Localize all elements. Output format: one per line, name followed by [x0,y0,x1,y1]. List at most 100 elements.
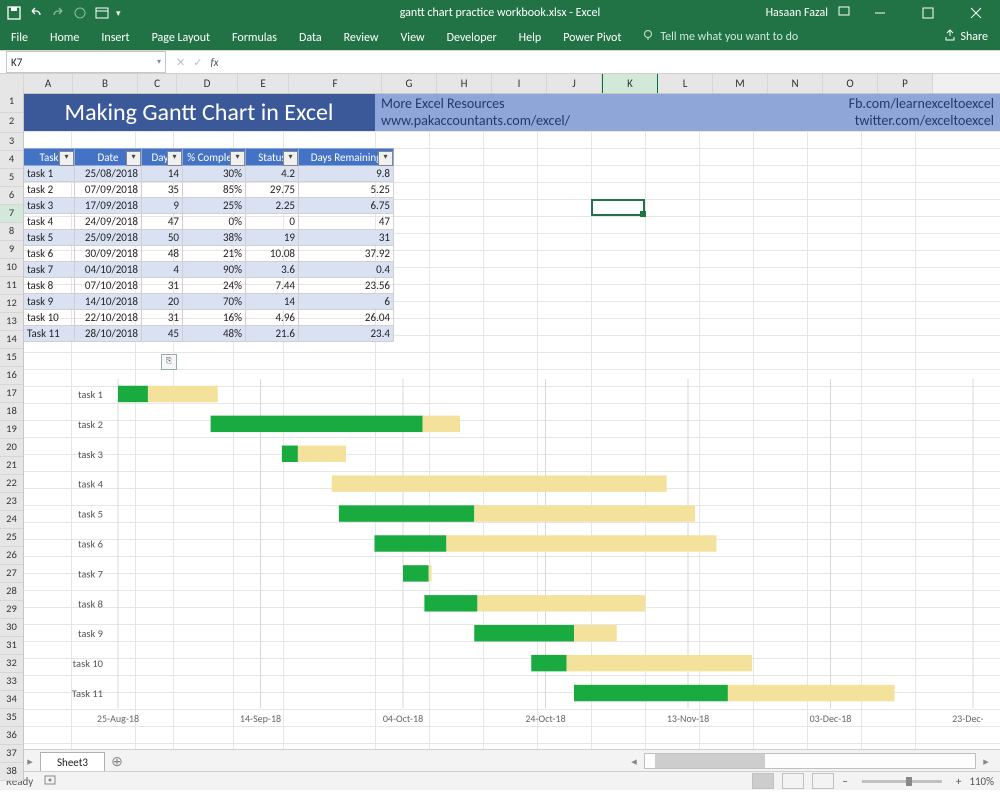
sheet-tab-active[interactable]: Sheet3 [40,752,105,772]
table-cell[interactable]: 47 [142,214,183,230]
hscroll-right-icon[interactable]: ▸ [976,755,996,768]
row-header[interactable]: 4 [0,151,23,169]
tab-formulas[interactable]: Formulas [221,27,288,50]
table-header[interactable]: Days Remaining▾ [299,149,394,166]
table-cell[interactable]: 31 [142,310,183,326]
tab-page-layout[interactable]: Page Layout [141,27,221,50]
tab-power-pivot[interactable]: Power Pivot [552,27,632,50]
column-header[interactable]: I [492,74,547,93]
row-header[interactable]: 21 [0,457,23,475]
table-cell[interactable]: 19 [246,230,299,246]
tab-review[interactable]: Review [333,27,390,50]
maximize-button[interactable] [908,0,948,26]
bar-remaining[interactable] [332,475,667,491]
row-header[interactable]: 20 [0,439,23,457]
bar-remaining[interactable] [423,416,460,432]
table-cell[interactable]: 6 [299,294,394,310]
redo-icon[interactable] [50,5,66,21]
table-cell[interactable]: 28/10/2018 [75,326,142,342]
table-row[interactable]: task 914/10/20182070%146 [24,294,394,310]
table-row[interactable]: task 704/10/2018490%3.60.4 [24,262,394,278]
row-header[interactable]: 15 [0,349,23,367]
table-row[interactable]: task 1022/10/20183116%4.9626.04 [24,310,394,326]
bar-complete[interactable] [118,386,148,402]
row-header[interactable]: 22 [0,475,23,493]
table-cell[interactable]: 48% [183,326,246,342]
bar-complete[interactable] [282,446,298,462]
table-cell[interactable]: 45 [142,326,183,342]
row-header[interactable]: 31 [0,637,23,655]
table-row[interactable]: task 525/09/20185038%1931 [24,230,394,246]
row-header[interactable]: 13 [0,313,23,331]
column-header[interactable]: L [658,74,713,93]
table-cell[interactable]: 38% [183,230,246,246]
cells-area[interactable]: Making Gantt Chart in ExcelMore Excel Re… [23,93,1000,790]
row-header[interactable]: 14 [0,331,23,349]
table-cell[interactable]: 3.6 [246,262,299,278]
table-cell[interactable]: 4.96 [246,310,299,326]
share-button[interactable]: Share [932,25,1000,50]
table-cell[interactable]: 25/08/2018 [75,166,142,182]
zoom-thumb[interactable] [906,777,912,786]
table-cell[interactable]: task 9 [24,294,75,310]
row-header[interactable]: 2 [0,113,23,133]
column-header[interactable]: B [73,74,138,93]
hscroll-left-icon[interactable]: ◂ [624,755,644,768]
active-cell-selection[interactable] [591,199,645,216]
row-header[interactable]: 28 [0,583,23,601]
bar-complete[interactable] [339,505,474,521]
table-cell[interactable]: 5.25 [299,182,394,198]
table-cell[interactable]: 6.75 [299,198,394,214]
hscroll-track[interactable] [644,753,976,769]
table-cell[interactable]: 85% [183,182,246,198]
row-header[interactable]: 29 [0,601,23,619]
table-cell[interactable]: 14 [246,294,299,310]
table-cell[interactable]: 35 [142,182,183,198]
bar-remaining[interactable] [567,655,753,671]
row-header[interactable]: 16 [0,367,23,385]
column-header[interactable]: E [238,74,289,93]
table-row[interactable]: task 807/10/20183124%7.4423.56 [24,278,394,294]
bar-complete[interactable] [474,625,574,641]
table-cell[interactable]: 29.75 [246,182,299,198]
zoom-slider[interactable] [862,780,942,783]
tab-home[interactable]: Home [39,27,90,50]
table-cell[interactable]: 16% [183,310,246,326]
row-header[interactable]: 33 [0,673,23,691]
column-header[interactable]: D [177,74,238,93]
column-header[interactable]: P [878,74,933,93]
table-cell[interactable]: 4 [142,262,183,278]
table-cell[interactable]: 25% [183,198,246,214]
row-header[interactable]: 10 [0,259,23,277]
qat-dropdown-icon[interactable]: ▾ [116,8,121,19]
row-header[interactable]: 6 [0,187,23,205]
view-page-layout-button[interactable] [782,773,804,789]
tab-data[interactable]: Data [288,27,333,50]
table-cell[interactable]: task 5 [24,230,75,246]
column-header[interactable]: F [289,74,382,93]
table-row[interactable]: task 317/09/2018925%2.256.75 [24,198,394,214]
table-cell[interactable]: task 1 [24,166,75,182]
table-header[interactable]: Days▾ [142,149,183,166]
bar-remaining[interactable] [574,625,617,641]
tab-insert[interactable]: Insert [90,27,140,50]
row-header[interactable]: 17 [0,385,23,403]
table-row[interactable]: Task 1128/10/20184548%21.623.4 [24,326,394,342]
column-header[interactable]: O [823,74,878,93]
row-header[interactable]: 26 [0,547,23,565]
filter-dropdown-icon[interactable]: ▾ [230,151,245,166]
table-row[interactable]: task 630/09/20184821%10.0837.92 [24,246,394,262]
row-header[interactable]: 27 [0,565,23,583]
table-cell[interactable]: 21.6 [246,326,299,342]
horizontal-scroll[interactable]: ◂ ▸ [624,753,1000,769]
table-cell[interactable]: Task 11 [24,326,75,342]
table-cell[interactable]: 24% [183,278,246,294]
table-row[interactable]: task 207/09/20183585%29.755.25 [24,182,394,198]
column-header[interactable]: J [547,74,602,93]
quickprint-icon[interactable] [72,5,88,21]
paste-options-icon[interactable]: ⎘ [161,354,177,370]
table-cell[interactable]: task 8 [24,278,75,294]
bar-remaining[interactable] [446,535,716,551]
tell-me-search[interactable]: Tell me what you want to do [632,25,932,50]
table-cell[interactable]: 37.92 [299,246,394,262]
